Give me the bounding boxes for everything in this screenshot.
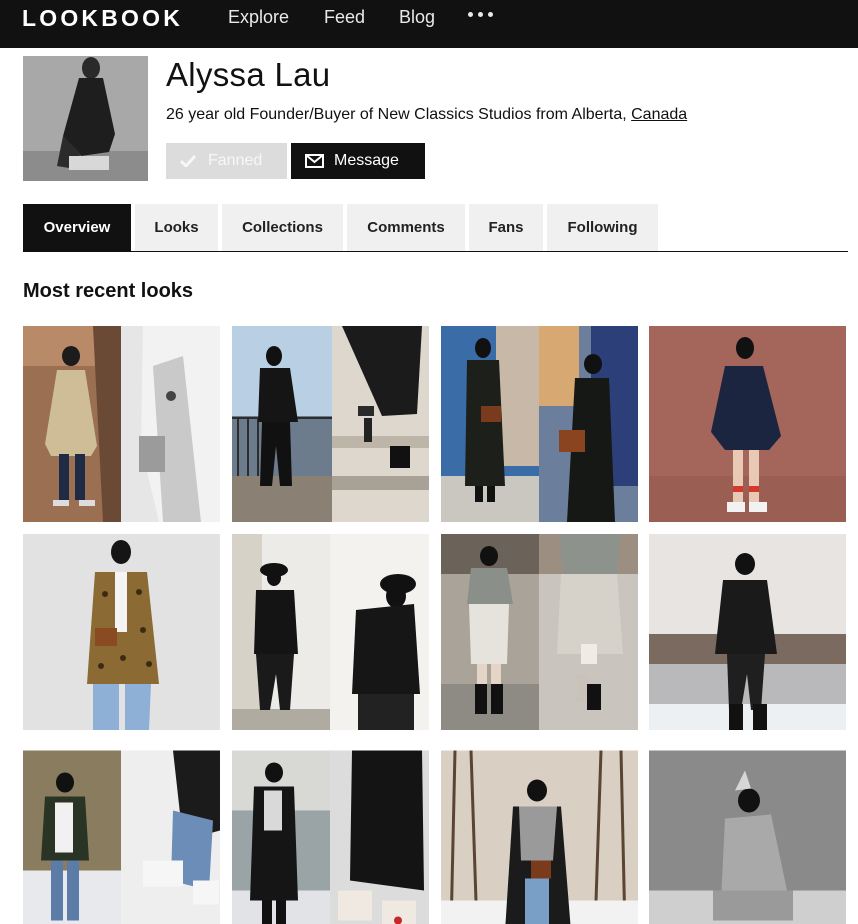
fanned-label: Fanned — [208, 152, 263, 169]
tab-fans[interactable]: Fans — [469, 204, 543, 251]
avatar — [23, 56, 148, 181]
look-thumbnail[interactable] — [441, 326, 638, 522]
section-title: Most recent looks — [23, 280, 194, 302]
look-thumbnail[interactable] — [441, 534, 638, 730]
tab-following[interactable]: Following — [547, 204, 658, 251]
look-thumbnail[interactable] — [232, 743, 429, 924]
profile-bio: 26 year old Founder/Buyer of New Classic… — [166, 105, 687, 125]
look-thumbnail[interactable] — [23, 326, 220, 522]
checkmark-icon — [180, 155, 196, 167]
nav-explore-link[interactable]: Explore — [228, 6, 289, 28]
nav-feed-link[interactable]: Feed — [324, 6, 365, 28]
look-thumbnail[interactable] — [232, 326, 429, 522]
tabs-divider — [23, 251, 848, 252]
look-thumbnail[interactable] — [232, 534, 429, 730]
look-thumbnail[interactable] — [23, 534, 220, 730]
tab-collections[interactable]: Collections — [222, 204, 343, 251]
message-button[interactable]: Message — [291, 143, 425, 179]
ellipsis-icon[interactable] — [468, 12, 493, 17]
look-thumbnail[interactable] — [23, 743, 220, 924]
envelope-icon — [305, 154, 324, 168]
lookbook-logo[interactable]: LOOKBOOK — [22, 6, 183, 30]
look-thumbnail[interactable] — [649, 534, 846, 730]
nav-blog-link[interactable]: Blog — [399, 6, 435, 28]
profile-name: Alyssa Lau — [166, 56, 331, 93]
tab-comments[interactable]: Comments — [347, 204, 465, 251]
look-thumbnail[interactable] — [441, 743, 638, 924]
bio-location-link[interactable]: Canada — [631, 106, 687, 123]
look-thumbnail[interactable] — [649, 326, 846, 522]
tab-overview[interactable]: Overview — [23, 204, 131, 251]
bio-text: 26 year old Founder/Buyer of New Classic… — [166, 106, 632, 123]
fanned-button[interactable]: Fanned — [166, 143, 287, 179]
message-label: Message — [334, 152, 399, 169]
profile-tabs: Overview Looks Collections Comments Fans… — [23, 204, 658, 252]
tab-looks[interactable]: Looks — [135, 204, 218, 251]
look-thumbnail[interactable] — [649, 743, 846, 924]
top-nav: LOOKBOOK Explore Feed Blog — [0, 0, 858, 48]
